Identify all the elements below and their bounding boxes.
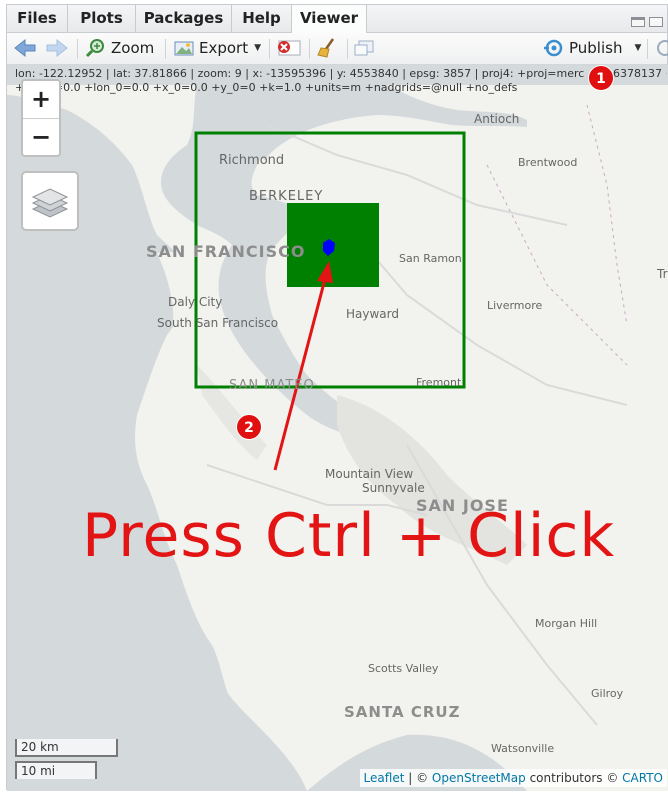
coords-line-1: lon: -122.12952 | lat: 37.81866 | zoom: …: [15, 67, 667, 80]
tab-files[interactable]: Files: [7, 5, 68, 32]
layers-icon: [31, 188, 69, 218]
refresh-button[interactable]: [653, 37, 668, 59]
pane-tabbar: Files Plots Packages Help Viewer: [7, 5, 667, 33]
publish-label: Publish: [569, 39, 623, 57]
new-window-icon: [354, 40, 374, 56]
viewer-pane: Files Plots Packages Help Viewer Zoom Ex…: [6, 4, 668, 791]
remove-viewer-button[interactable]: [275, 37, 301, 59]
place-label: SANTA CRUZ: [344, 703, 461, 721]
scale-bar-mi: 10 mi: [15, 761, 97, 779]
coords-line-2: +lat_ts=0.0 +lon_0=0.0 +x_0=0.0 +y_0=0 +…: [15, 81, 518, 94]
annotation-badge-2: 2: [236, 414, 262, 440]
pane-window-controls: [629, 17, 665, 31]
publish-icon: [544, 39, 563, 57]
export-label: Export: [199, 39, 249, 57]
place-label: SAN FRANCISCO: [146, 242, 306, 261]
tab-plots[interactable]: Plots: [68, 5, 136, 32]
place-label: Hayward: [346, 307, 399, 321]
zoom-out-button[interactable]: −: [23, 119, 59, 156]
place-label: Tr: [657, 267, 668, 281]
place-label: BERKELEY: [249, 189, 324, 204]
arrow-right-icon: [46, 38, 68, 58]
remove-icon: [278, 40, 301, 56]
minimize-pane-icon[interactable]: [631, 17, 645, 27]
place-label: South San Francisco: [157, 316, 279, 330]
place-label: Mountain View: [325, 467, 414, 481]
place-label: Daly City: [168, 295, 223, 309]
leaflet-link[interactable]: Leaflet: [364, 771, 405, 785]
basemap-tiles: [7, 65, 668, 791]
maximize-pane-icon[interactable]: [649, 17, 663, 27]
carto-link[interactable]: CARTO: [622, 771, 663, 785]
place-label: Livermore: [487, 299, 543, 312]
forward-button[interactable]: [45, 37, 69, 59]
zoom-control: + −: [21, 79, 61, 157]
tab-help[interactable]: Help: [232, 5, 292, 32]
place-label: Sunnyvale: [362, 481, 425, 495]
clear-all-button[interactable]: [317, 37, 339, 59]
openstreetmap-link[interactable]: OpenStreetMap: [432, 771, 526, 785]
refresh-icon: [657, 40, 668, 56]
export-image-icon: [174, 41, 194, 56]
leaflet-map[interactable]: Richmond BERKELEY SAN FRANCISCO Daly Cit…: [7, 65, 668, 791]
viewer-toolbar: Zoom Export ▼ Publish ▼: [7, 33, 668, 65]
chevron-down-icon: ▼: [634, 43, 642, 53]
place-label: Watsonville: [491, 742, 555, 755]
place-label: Richmond: [219, 153, 285, 168]
attribution-contributors: contributors ©: [525, 771, 623, 785]
tab-viewer[interactable]: Viewer: [292, 5, 367, 33]
publish-menu[interactable]: Publish ▼: [543, 37, 641, 59]
place-label: Scotts Valley: [368, 662, 439, 675]
scale-bar-km: 20 km: [15, 739, 118, 757]
annotation-badge-1: 1: [588, 65, 614, 91]
mouse-coordinates-readout: lon: -122.12952 | lat: 37.81866 | zoom: …: [7, 65, 667, 95]
tab-packages[interactable]: Packages: [136, 5, 232, 32]
zoom-label: Zoom: [111, 39, 155, 57]
magnifier-icon: [85, 39, 104, 58]
instruction-text: Press Ctrl + Click: [82, 501, 616, 571]
attribution-separator: | ©: [404, 771, 432, 785]
place-label: SAN MATEO: [229, 378, 315, 393]
zoom-in-button[interactable]: +: [23, 81, 59, 119]
place-label: Morgan Hill: [535, 617, 598, 630]
place-label: Fremont: [416, 376, 462, 389]
popout-button[interactable]: [353, 37, 375, 59]
place-label: Brentwood: [518, 156, 578, 169]
arrow-left-icon: [14, 38, 36, 58]
broom-icon: [317, 38, 335, 58]
map-attribution: Leaflet | © OpenStreetMap contributors ©…: [359, 769, 667, 787]
layers-control-button[interactable]: [21, 171, 79, 231]
export-menu[interactable]: Export ▼: [173, 37, 261, 59]
chevron-down-icon: ▼: [254, 43, 262, 53]
zoom-button[interactable]: Zoom: [85, 37, 154, 59]
place-label: Gilroy: [591, 687, 624, 700]
place-label: San Ramon: [399, 252, 462, 265]
back-button[interactable]: [13, 37, 37, 59]
place-label: Antioch: [474, 112, 520, 126]
